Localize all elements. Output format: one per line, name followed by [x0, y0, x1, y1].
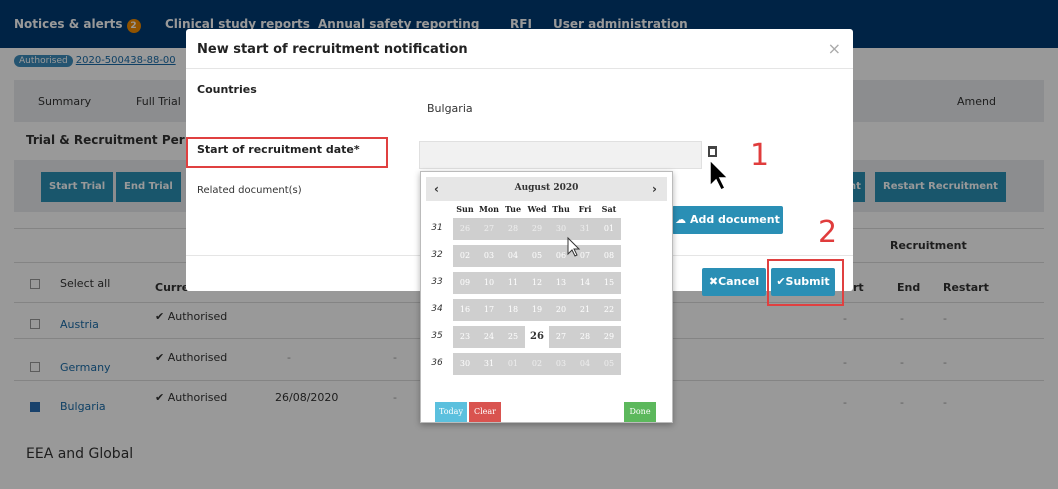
done-button[interactable]: Done [624, 402, 656, 422]
modal-header: New start of recruitment notification × [186, 29, 853, 69]
calendar-day[interactable]: 03 [477, 245, 501, 267]
annotation-step-1: 1 [750, 138, 770, 173]
calendar-day[interactable]: 02 [525, 353, 549, 375]
calendar-day[interactable]: 21 [573, 299, 597, 321]
day-of-week-header: Tue [504, 204, 522, 214]
calendar-day[interactable]: 13 [549, 272, 573, 294]
calendar-day[interactable]: 28 [501, 218, 525, 240]
day-of-week-header: Sat [601, 204, 617, 214]
related-documents-label: Related document(s) [197, 185, 302, 196]
week-number: 33 [431, 277, 443, 287]
calendar-day[interactable]: 26 [525, 326, 549, 348]
day-of-week-header: Mon [478, 204, 499, 214]
annotation-box-submit [767, 259, 844, 306]
calendar-day[interactable]: 05 [525, 245, 549, 267]
cursor-arrow-icon [709, 158, 730, 192]
calendar-day[interactable]: 22 [597, 299, 621, 321]
calendar-day[interactable]: 31 [477, 353, 501, 375]
close-icon[interactable]: × [828, 39, 841, 58]
day-of-week-header: Wed [527, 204, 547, 214]
calendar-day[interactable]: 29 [525, 218, 549, 240]
calendar-day[interactable]: 29 [597, 326, 621, 348]
calendar-day[interactable]: 03 [549, 353, 573, 375]
countries-value: Bulgaria [427, 102, 473, 115]
calendar-day[interactable]: 16 [453, 299, 477, 321]
calendar-day[interactable]: 01 [597, 218, 621, 240]
cancel-button[interactable]: ✖Cancel [702, 268, 766, 296]
annotation-step-2: 2 [818, 215, 838, 250]
week-number: 32 [431, 250, 443, 260]
calendar-day[interactable]: 01 [501, 353, 525, 375]
calendar-day[interactable]: 26 [453, 218, 477, 240]
calendar-day[interactable]: 14 [573, 272, 597, 294]
modal-title: New start of recruitment notification [197, 42, 468, 57]
cancel-label: Cancel [718, 275, 760, 288]
times-icon: ✖ [708, 275, 719, 288]
week-number: 35 [431, 331, 443, 341]
calendar-day[interactable]: 04 [573, 353, 597, 375]
calendar-day[interactable]: 24 [477, 326, 501, 348]
add-document-label: Add document [689, 213, 780, 226]
calendar-day[interactable]: 28 [573, 326, 597, 348]
calendar-day[interactable]: 23 [453, 326, 477, 348]
today-button[interactable]: Today [435, 402, 467, 422]
day-of-week-header: Sun [456, 204, 474, 214]
calendar-day[interactable]: 09 [453, 272, 477, 294]
calendar-day[interactable]: 19 [525, 299, 549, 321]
cloud-upload-icon: ☁ [675, 213, 687, 226]
calendar-day[interactable]: 02 [453, 245, 477, 267]
annotation-box-start-date [186, 137, 388, 168]
cursor-pointer-icon [567, 236, 581, 257]
add-document-button[interactable]: ☁ Add document [672, 206, 783, 234]
calendar-day[interactable]: 20 [549, 299, 573, 321]
day-of-week-header: Fri [578, 204, 592, 214]
calendar-day[interactable]: 04 [501, 245, 525, 267]
week-number: 31 [431, 223, 443, 233]
calendar-day[interactable]: 30 [453, 353, 477, 375]
calendar-day[interactable]: 25 [501, 326, 525, 348]
calendar-day[interactable]: 12 [525, 272, 549, 294]
calendar-day[interactable]: 15 [597, 272, 621, 294]
week-number: 34 [431, 304, 443, 314]
datepicker-header: ‹ August 2020 › [426, 177, 667, 201]
calendar-day[interactable]: 10 [477, 272, 501, 294]
calendar-day[interactable]: 11 [501, 272, 525, 294]
datepicker: ‹ August 2020 › Sun Mon Tue Wed Thu Fri Sat 31 2… [420, 171, 673, 423]
next-month-icon[interactable]: › [652, 182, 657, 196]
day-of-week-header: Thu [552, 204, 570, 214]
calendar-day[interactable]: 08 [597, 245, 621, 267]
calendar-day[interactable]: 05 [597, 353, 621, 375]
datepicker-month[interactable]: August 2020 [426, 183, 667, 193]
countries-label: Countries [197, 83, 257, 96]
start-date-input[interactable] [419, 141, 702, 169]
calendar-day[interactable]: 18 [501, 299, 525, 321]
calendar-day[interactable]: 27 [549, 326, 573, 348]
clear-button[interactable]: Clear [469, 402, 501, 422]
calendar-day[interactable]: 27 [477, 218, 501, 240]
calendar-day[interactable]: 17 [477, 299, 501, 321]
week-number: 36 [431, 358, 443, 368]
calendar-icon[interactable] [708, 146, 717, 157]
